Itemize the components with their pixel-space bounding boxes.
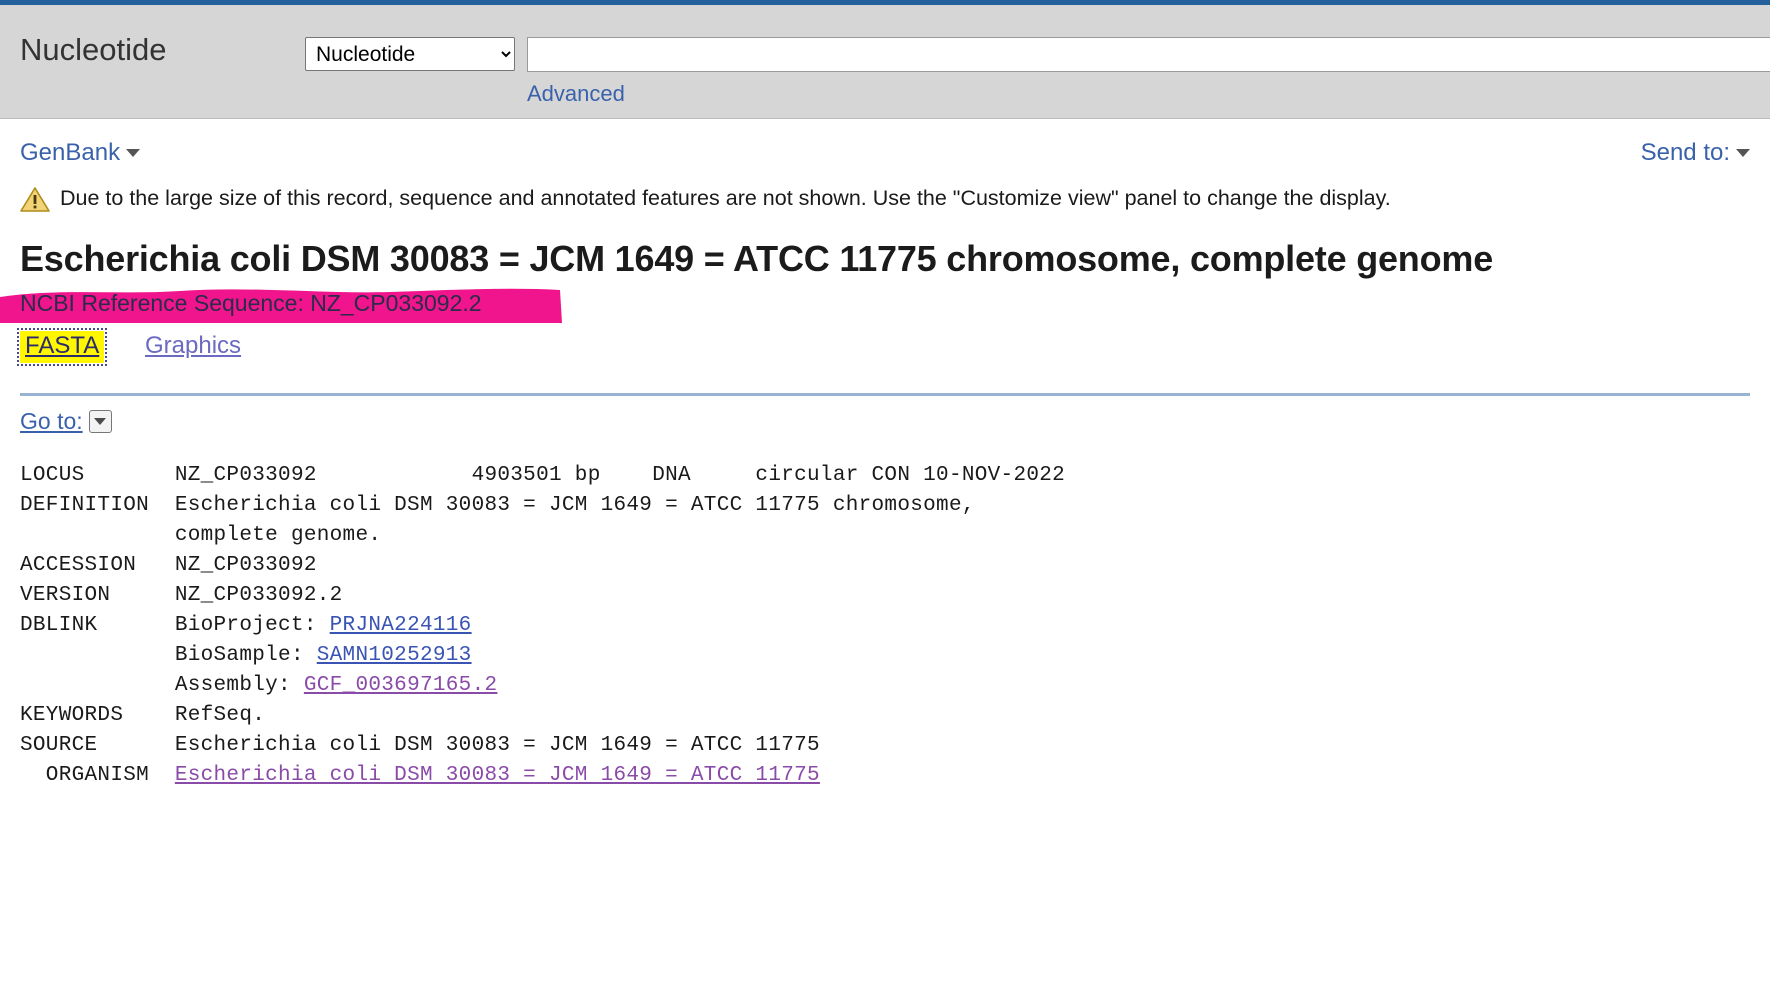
genbank-line: DBLINK BioProject: PRJNA224116 [20,611,1750,641]
search-input[interactable] [527,37,1770,72]
view-links-row: FASTA Graphics [16,327,1750,371]
warning-text: Due to the large size of this record, se… [60,185,1391,210]
chevron-down-icon [94,418,107,426]
genbank-text: VERSION NZ_CP033092.2 [20,583,343,607]
genbank-line: BioSample: SAMN10252913 [20,641,1750,671]
genbank-dblink[interactable]: GCF_003697165.2 [304,674,498,697]
genbank-text: LOCUS NZ_CP033092 4903501 bp DNA circula… [20,463,1066,487]
genbank-text: ORGANISM [20,763,175,787]
page-title: Escherichia coli DSM 30083 = JCM 1649 = … [20,238,1494,279]
goto-row: Go to: [20,407,1750,437]
format-dropdown-genbank[interactable]: GenBank [20,139,141,167]
page-content: GenBank Send to: Due to the large size o… [0,119,1770,791]
graphics-link[interactable]: Graphics [145,332,241,360]
warning-triangle-icon [20,186,50,212]
genbank-line: ACCESSION NZ_CP033092 [20,551,1750,581]
chevron-down-icon [126,148,141,157]
genbank-line: VERSION NZ_CP033092.2 [20,581,1750,611]
genbank-text: ACCESSION NZ_CP033092 [20,553,317,577]
reference-sequence-row: NCBI Reference Sequence: NZ_CP033092.2 [0,287,1750,323]
genbank-text: BioSample: [20,643,317,667]
send-to-dropdown[interactable]: Send to: [1641,139,1750,167]
record-toolbar: GenBank Send to: [20,119,1750,175]
large-record-warning: Due to the large size of this record, se… [20,175,1750,221]
genbank-line: complete genome. [20,521,1750,551]
genbank-line: LOCUS NZ_CP033092 4903501 bp DNA circula… [20,461,1750,491]
send-to-label: Send to: [1640,139,1730,166]
genbank-dblink[interactable]: PRJNA224116 [330,614,472,637]
search-header: Nucleotide Nucleotide Advanced [0,5,1770,119]
genbank-line: DEFINITION Escherichia coli DSM 30083 = … [20,491,1750,521]
goto-dropdown-button[interactable] [88,410,112,434]
genbank-dblink[interactable]: Escherichia coli DSM 30083 = JCM 1649 = … [175,764,820,787]
advanced-search-link[interactable]: Advanced [527,81,625,107]
fasta-link[interactable]: FASTA [16,327,108,366]
genbank-text: Assembly: [20,673,304,697]
reference-sequence-label: NCBI Reference Sequence: NZ_CP033092.2 [20,289,482,316]
genbank-text: complete genome. [20,523,382,547]
genbank-line: KEYWORDS RefSeq. [20,701,1750,731]
chevron-down-icon [1736,148,1750,157]
genbank-line: SOURCE Escherichia coli DSM 30083 = JCM … [20,731,1750,761]
goto-link[interactable]: Go to: [20,408,83,435]
genbank-text: SOURCE Escherichia coli DSM 30083 = JCM … [20,733,820,757]
genbank-line: Assembly: GCF_003697165.2 [20,671,1750,701]
section-divider [20,392,1750,396]
genbank-text: KEYWORDS RefSeq. [20,703,266,727]
genbank-dblink[interactable]: SAMN10252913 [317,644,472,667]
database-title: Nucleotide [20,32,167,67]
genbank-text: DBLINK BioProject: [20,613,330,637]
database-select[interactable]: Nucleotide [305,37,515,71]
genbank-text: DEFINITION Escherichia coli DSM 30083 = … [20,493,975,517]
genbank-line: ORGANISM Escherichia coli DSM 30083 = JC… [20,761,1750,791]
genbank-record-text: LOCUS NZ_CP033092 4903501 bp DNA circula… [20,461,1750,791]
format-label: GenBank [20,139,121,166]
